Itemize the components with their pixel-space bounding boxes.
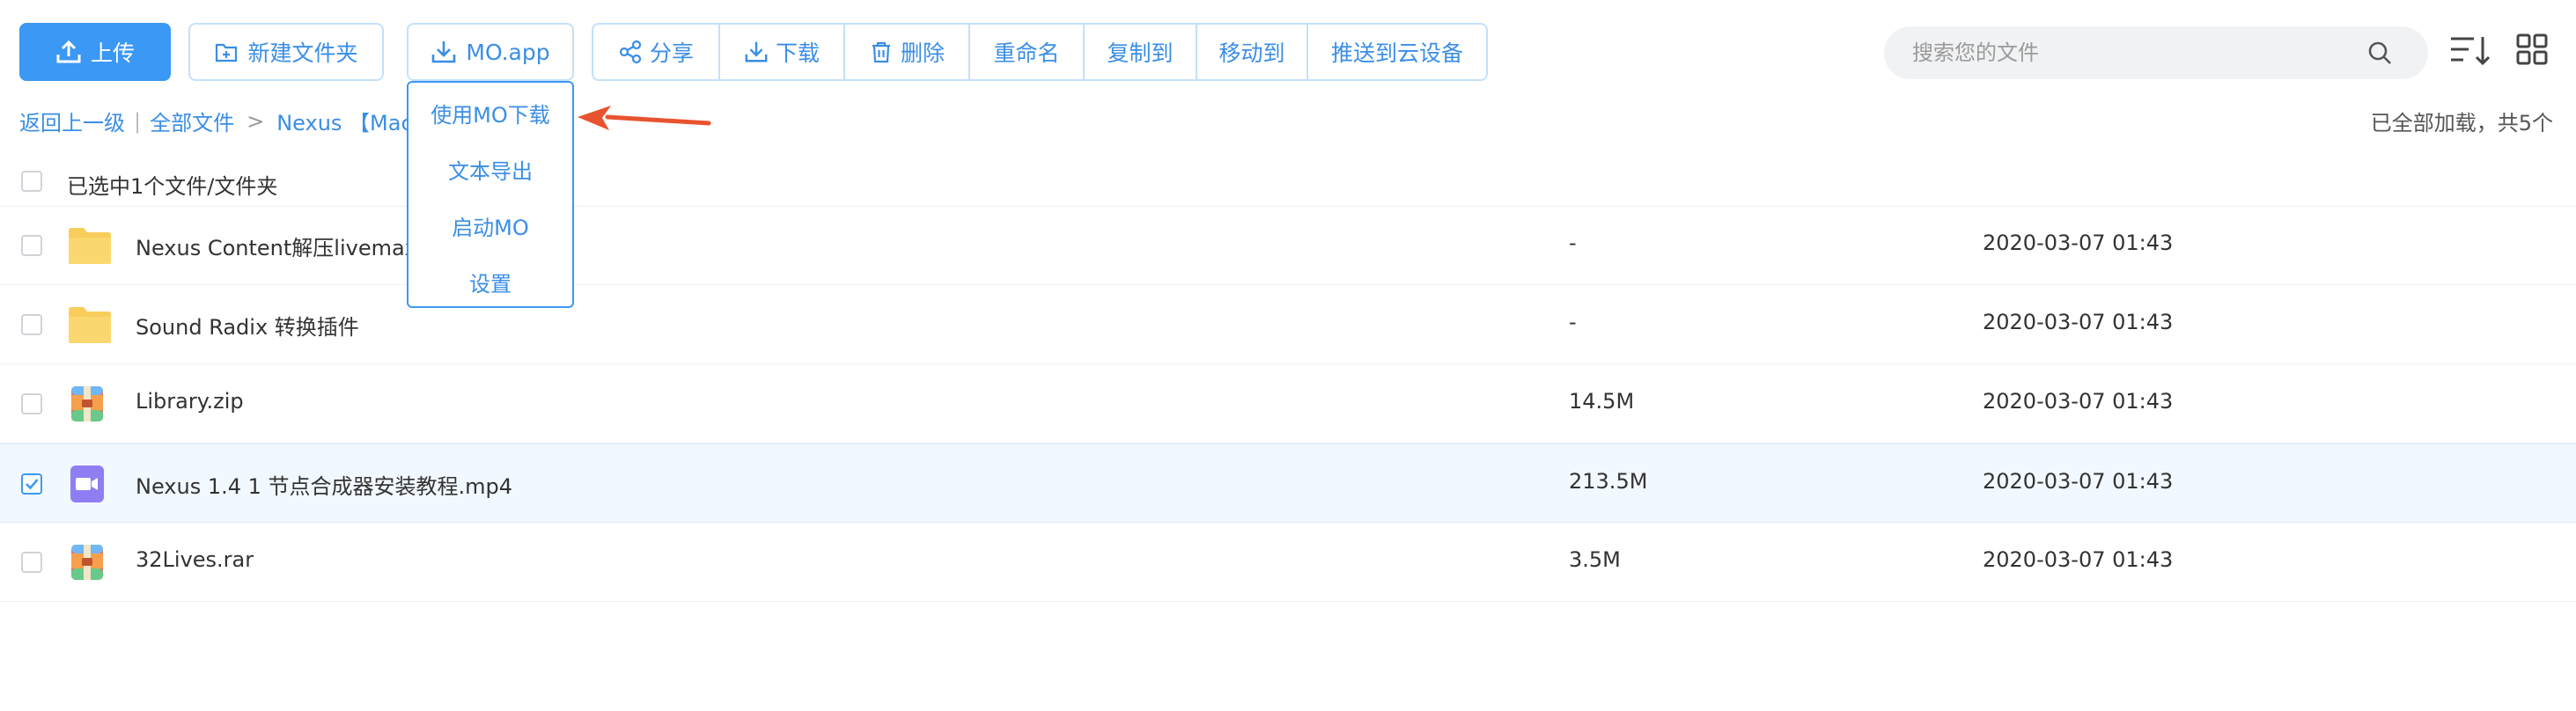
file-name[interactable]: Sound Radix 转换插件 (136, 310, 359, 341)
file-size: 14.5M (1569, 389, 1635, 414)
search-input[interactable] (1910, 40, 2354, 66)
breadcrumb: 返回上一级 | 全部文件 > Nexus 【Mac版】 (19, 106, 455, 136)
push-to-device-button[interactable]: 推送到云设备 (1306, 25, 1486, 79)
archive-icon (67, 384, 107, 424)
file-checkbox[interactable] (21, 393, 42, 414)
download-icon (431, 39, 457, 65)
file-date: 2020-03-07 01:43 (1983, 547, 2174, 572)
menu-item-settings[interactable]: 设置 (408, 253, 572, 310)
search-box (1884, 26, 2428, 79)
new-folder-button[interactable]: 新建文件夹 (188, 23, 384, 81)
upload-icon (55, 39, 82, 65)
move-to-label: 移动到 (1218, 40, 1285, 66)
move-to-button[interactable]: 移动到 (1196, 25, 1306, 79)
file-name[interactable]: Nexus Content解压livemax12 (136, 231, 444, 261)
file-row-nexus-content[interactable]: Nexus Content解压livemax12 - 2020-03-07 01:4… (0, 206, 2576, 285)
rename-button[interactable]: 重命名 (968, 25, 1083, 79)
download-label: 下载 (775, 40, 820, 66)
menu-item-download-with-mo[interactable]: 使用MO下载 (408, 84, 572, 141)
file-date: 2020-03-07 01:43 (1983, 469, 2174, 494)
select-all-checkbox[interactable] (21, 171, 42, 192)
folder-icon (67, 225, 113, 266)
new-folder-label: 新建文件夹 (247, 40, 358, 66)
annotation-arrow (578, 106, 711, 130)
delete-button[interactable]: 删除 (843, 25, 968, 79)
delete-label: 删除 (900, 40, 945, 66)
grid-view-icon[interactable] (2516, 33, 2548, 65)
file-name[interactable]: Library.zip (136, 389, 244, 414)
breadcrumb-chevron: > (247, 108, 265, 134)
file-name[interactable]: 32Lives.rar (136, 547, 254, 572)
file-checkbox[interactable] (21, 314, 42, 335)
all-files-link[interactable]: 全部文件 (150, 111, 234, 136)
archive-icon (67, 542, 107, 583)
back-link[interactable]: 返回上一级 (19, 111, 125, 136)
file-size: - (1569, 310, 1577, 334)
selection-bar: 已选中1个文件/文件夹 (0, 157, 2576, 207)
file-row-library-zip[interactable]: Library.zip 14.5M 2020-03-07 01:43 (0, 364, 2576, 443)
breadcrumb-separator: | (134, 108, 142, 134)
mo-app-button[interactable]: MO.app (407, 23, 574, 81)
file-size: 213.5M (1569, 469, 1648, 494)
search-icon[interactable] (2366, 40, 2393, 66)
menu-item-text-export[interactable]: 文本导出 (408, 141, 572, 197)
checkmark-icon (26, 479, 39, 490)
sort-icon[interactable] (2447, 33, 2491, 69)
new-folder-icon (214, 40, 239, 64)
file-row-nexus-tutorial-mp4[interactable]: Nexus 1.4 1 节点合成器安装教程.mp4 213.5M 2020-03-0… (0, 443, 2576, 523)
file-checkbox[interactable] (21, 552, 42, 573)
file-size: 3.5M (1569, 547, 1621, 572)
trash-icon (869, 40, 894, 64)
copy-to-button[interactable]: 复制到 (1083, 25, 1196, 79)
file-date: 2020-03-07 01:43 (1983, 310, 2174, 334)
file-date: 2020-03-07 01:43 (1983, 389, 2174, 414)
file-row-32lives-rar[interactable]: 32Lives.rar 3.5M 2020-03-07 01:43 (0, 523, 2576, 602)
copy-to-label: 复制到 (1107, 40, 1174, 66)
rename-label: 重命名 (993, 40, 1060, 66)
download-button[interactable]: 下载 (718, 25, 843, 79)
mo-app-label: MO.app (466, 39, 550, 65)
folder-icon (67, 304, 113, 345)
file-size: - (1569, 231, 1577, 255)
mo-app-dropdown: 使用MO下载 文本导出 启动MO 设置 (407, 81, 574, 308)
download-icon (744, 40, 769, 64)
upload-button[interactable]: 上传 (19, 23, 171, 81)
share-icon (618, 40, 643, 64)
selection-text: 已选中1个文件/文件夹 (67, 174, 278, 199)
upload-label: 上传 (90, 40, 135, 66)
loaded-status: 已全部加载，共5个 (2370, 111, 2553, 136)
share-button[interactable]: 分享 (593, 25, 718, 79)
menu-item-launch-mo[interactable]: 启动MO (408, 197, 572, 253)
share-label: 分享 (649, 40, 694, 66)
file-date: 2020-03-07 01:43 (1983, 231, 2174, 255)
file-checkbox[interactable] (21, 235, 42, 256)
file-row-sound-radix[interactable]: Sound Radix 转换插件 - 2020-03-07 01:43 (0, 285, 2576, 364)
video-icon (67, 464, 107, 504)
push-to-device-label: 推送到云设备 (1330, 40, 1463, 66)
file-name[interactable]: Nexus 1.4 1 节点合成器安装教程.mp4 (136, 469, 512, 500)
file-action-group: 分享 下载 删除 重命名 复制到 移动到 推送到云设备 (592, 23, 1488, 81)
file-checkbox[interactable] (21, 473, 42, 495)
